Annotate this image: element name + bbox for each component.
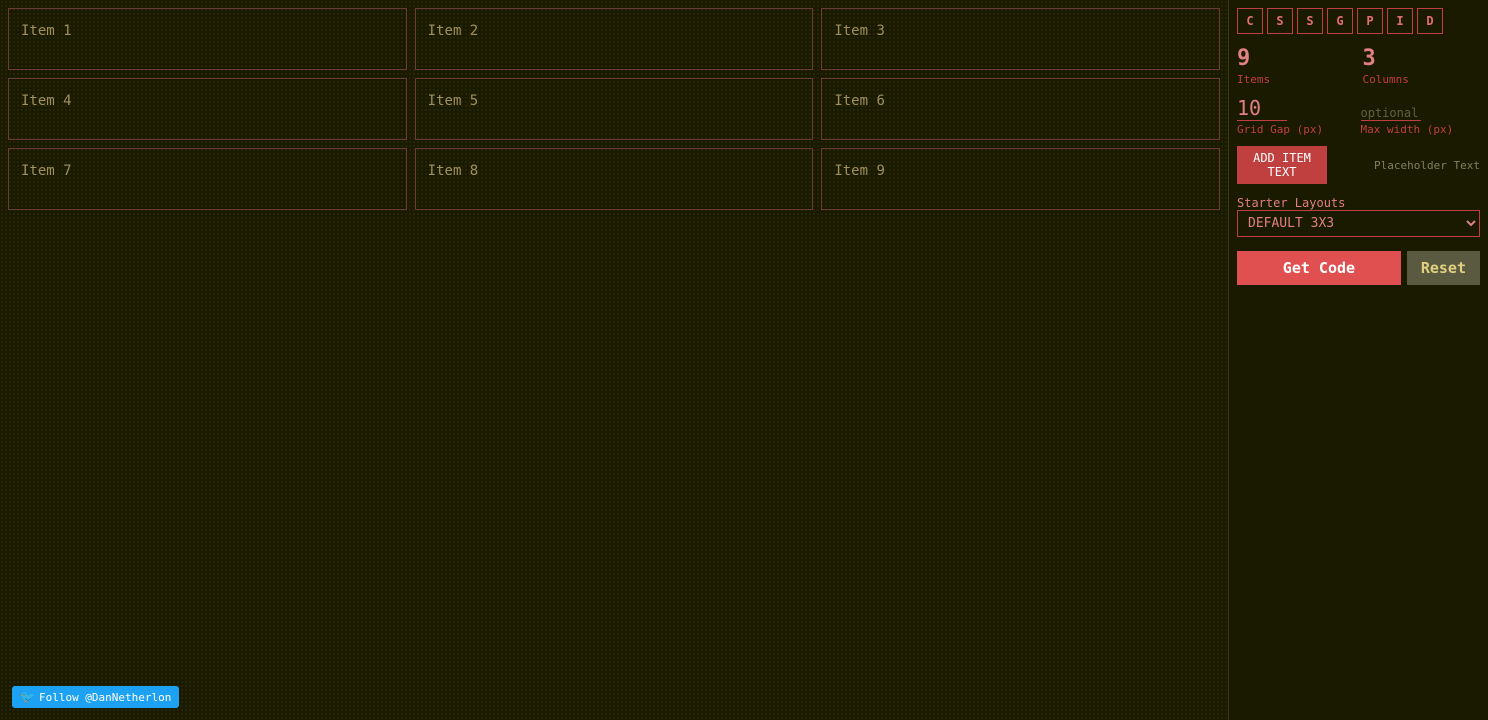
starter-layouts-select[interactable]: DEFAULT 3X32X24X4 <box>1237 210 1480 237</box>
max-width-label: Max width (px) <box>1361 123 1481 136</box>
add-item-row: ADD ITEM TEXT Placeholder Text <box>1237 146 1480 184</box>
twitter-icon: 🐦 <box>20 690 35 704</box>
grid-gap-label: Grid Gap (px) <box>1237 123 1357 136</box>
placeholder-text-label: Placeholder Text <box>1333 159 1480 172</box>
get-code-button[interactable]: Get Code <box>1237 251 1401 285</box>
grid-item-8[interactable]: Item 8 <box>415 148 814 210</box>
starter-layouts-label: Starter Layouts <box>1237 196 1480 210</box>
icon-p-4[interactable]: P <box>1357 8 1383 34</box>
grid-gap-row: Grid Gap (px) Max width (px) <box>1237 96 1480 136</box>
columns-control: 3 Columns <box>1363 46 1481 86</box>
add-item-button[interactable]: ADD ITEM TEXT <box>1237 146 1327 184</box>
grid-container: Item 1Item 2Item 3Item 4Item 5Item 6Item… <box>8 8 1220 210</box>
main-area: Item 1Item 2Item 3Item 4Item 5Item 6Item… <box>0 0 1228 720</box>
reset-button[interactable]: Reset <box>1407 251 1480 285</box>
icon-c-0[interactable]: C <box>1237 8 1263 34</box>
action-row: Get Code Reset <box>1237 251 1480 285</box>
icon-g-3[interactable]: G <box>1327 8 1353 34</box>
grid-item-9[interactable]: Item 9 <box>821 148 1220 210</box>
grid-item-3[interactable]: Item 3 <box>821 8 1220 70</box>
max-width-control: Max width (px) <box>1361 106 1481 136</box>
grid-gap-control: Grid Gap (px) <box>1237 96 1357 136</box>
grid-item-4[interactable]: Item 4 <box>8 78 407 140</box>
icon-row: CSSGPID <box>1237 8 1480 34</box>
icon-s-2[interactable]: S <box>1297 8 1323 34</box>
columns-label: Columns <box>1363 73 1481 86</box>
icon-s-1[interactable]: S <box>1267 8 1293 34</box>
items-value: 9 <box>1237 46 1355 71</box>
grid-item-5[interactable]: Item 5 <box>415 78 814 140</box>
items-label: Items <box>1237 73 1355 86</box>
grid-item-2[interactable]: Item 2 <box>415 8 814 70</box>
icon-i-5[interactable]: I <box>1387 8 1413 34</box>
icon-d-6[interactable]: D <box>1417 8 1443 34</box>
grid-item-6[interactable]: Item 6 <box>821 78 1220 140</box>
sidebar: CSSGPID 9 Items 3 Columns Grid Gap (px) … <box>1228 0 1488 720</box>
max-width-input[interactable] <box>1361 106 1421 121</box>
columns-value: 3 <box>1363 46 1481 71</box>
grid-gap-input[interactable] <box>1237 96 1287 121</box>
items-control: 9 Items <box>1237 46 1355 86</box>
starter-layouts-section: Starter Layouts DEFAULT 3X32X24X4 <box>1237 194 1480 237</box>
grid-item-7[interactable]: Item 7 <box>8 148 407 210</box>
grid-item-1[interactable]: Item 1 <box>8 8 407 70</box>
items-columns-row: 9 Items 3 Columns <box>1237 46 1480 86</box>
twitter-follow[interactable]: 🐦 Follow @DanNetherlon <box>12 686 179 708</box>
twitter-label: Follow @DanNetherlon <box>39 691 171 704</box>
